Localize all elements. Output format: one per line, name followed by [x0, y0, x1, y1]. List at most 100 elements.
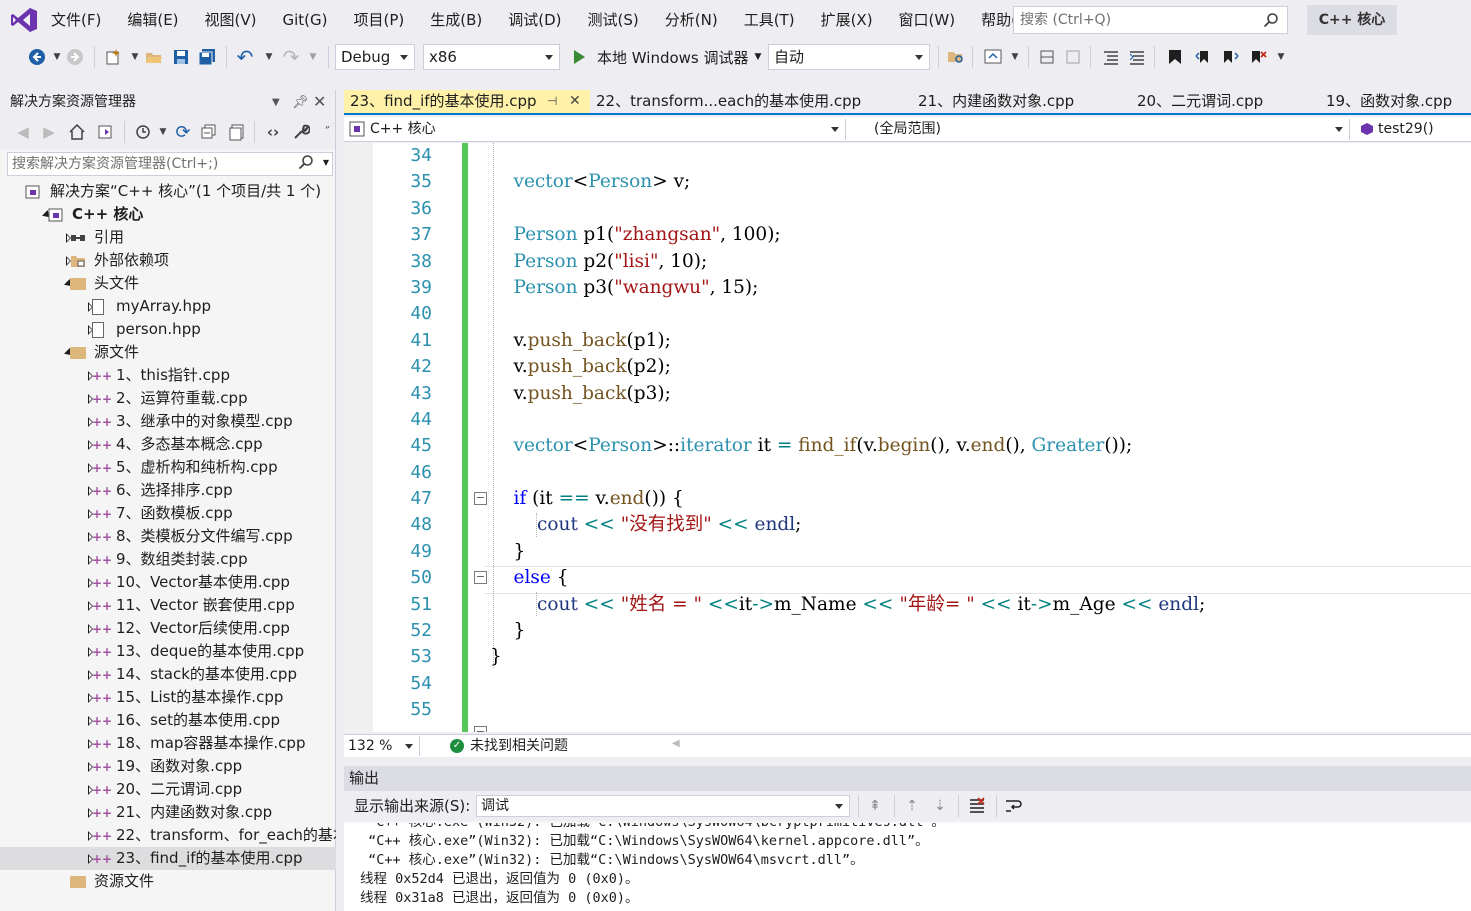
code-line[interactable]: Person p1("zhangsan", 100); [490, 222, 1205, 248]
menu-extensions[interactable]: 扩展(X) [808, 0, 886, 40]
tree-item[interactable]: C++ 核心 [0, 203, 336, 226]
menu-test[interactable]: 测试(S) [575, 0, 652, 40]
tree-item[interactable]: 外部依赖项 [0, 249, 336, 272]
code-line[interactable]: cout << "没有找到" << endl; [490, 512, 1205, 538]
menu-window[interactable]: 窗口(W) [886, 0, 969, 40]
browser-dropdown-icon[interactable]: ▼ [1004, 46, 1026, 68]
menu-file[interactable]: 文件(F) [38, 0, 114, 40]
close-icon[interactable]: ✕ [313, 89, 326, 114]
collapse-all-icon[interactable] [198, 121, 220, 143]
tree-item[interactable]: ++ 10、Vector基本使用.cpp [0, 571, 336, 594]
window-position-dropdown-icon[interactable]: ▼ [272, 90, 280, 115]
tree-item[interactable]: 引用 [0, 226, 336, 249]
tree-item[interactable]: ++ 8、类模板分文件编写.cpp [0, 525, 336, 548]
tree-item[interactable]: ++ 3、继承中的对象模型.cpp [0, 410, 336, 433]
code-view-icon[interactable]: ‹› [262, 121, 284, 143]
code-line[interactable] [490, 301, 1205, 327]
tree-item[interactable]: ++ 9、数组类封装.cpp [0, 548, 336, 571]
menu-debug[interactable]: 调试(D) [495, 0, 574, 40]
navigate-forward-icon[interactable] [64, 46, 86, 68]
tree-item[interactable]: ++ 12、Vector后续使用.cpp [0, 617, 336, 640]
debug-mode-combo[interactable]: 自动 [768, 44, 930, 70]
toolbar-overflow-icon[interactable]: ˝ [316, 121, 338, 143]
tree-item[interactable]: 源文件 [0, 341, 336, 364]
tree-item[interactable]: ++ 1、this指针.cpp [0, 364, 336, 387]
tree-item[interactable]: ++ 23、find_if的基本使用.cpp [0, 847, 336, 870]
code-line[interactable] [490, 671, 1205, 697]
search-icon[interactable] [1263, 12, 1279, 28]
uncomment-lines-icon[interactable] [1126, 46, 1148, 68]
toolbar-overflow-icon[interactable]: ▼ [1270, 46, 1292, 68]
project-name-badge[interactable]: C++ 核心 [1307, 5, 1397, 35]
tree-item[interactable]: myArray.hpp [0, 295, 336, 318]
indicator-margin[interactable] [344, 143, 373, 732]
tree-item[interactable]: ++ 2、运算符重载.cpp [0, 387, 336, 410]
issues-indicator[interactable]: ✓ 未找到相关问题 [450, 736, 568, 756]
collapse-main-block-icon[interactable]: − [474, 726, 487, 732]
back-icon[interactable]: ◀ [12, 121, 34, 143]
tab-binary-predicate[interactable]: 20、二元谓词.cpp [1131, 90, 1320, 113]
search-options-dropdown-icon[interactable]: ▼ [323, 158, 329, 167]
configuration-combo[interactable]: Debug [335, 44, 415, 70]
undo-dropdown-icon[interactable]: ▼ [258, 46, 280, 68]
tree-item[interactable]: ++ 22、transform、for_each的基本 [0, 824, 336, 847]
menu-edit[interactable]: 编辑(E) [114, 0, 191, 40]
code-line[interactable] [490, 460, 1205, 486]
code-line[interactable]: else { [490, 565, 1205, 591]
scroll-left-icon[interactable]: ◀ [672, 738, 680, 749]
tree-item[interactable]: ++ 16、set的基本使用.cpp [0, 709, 336, 732]
find-message-icon[interactable]: ⇞ [866, 797, 884, 815]
save-icon[interactable] [170, 46, 192, 68]
menu-view[interactable]: 视图(V) [192, 0, 270, 40]
navigate-back-icon[interactable] [26, 46, 48, 68]
switch-views-icon[interactable] [94, 121, 116, 143]
code-line[interactable] [490, 697, 1205, 723]
tab-find-if[interactable]: 23、find_if的基本使用.cpp ⊣ ✕ [344, 90, 590, 113]
clear-bookmarks-icon[interactable] [1248, 46, 1270, 68]
code-line[interactable]: vector<Person> v; [490, 169, 1205, 195]
member-combo[interactable]: test29() [1354, 119, 1471, 140]
code-line[interactable]: } [490, 644, 1205, 670]
zoom-combo[interactable]: 132 % [344, 736, 420, 756]
step-into-icon[interactable] [1036, 46, 1058, 68]
tree-item[interactable]: ++ 19、函数对象.cpp [0, 755, 336, 778]
menu-analyze[interactable]: 分析(N) [652, 0, 731, 40]
find-in-files-icon[interactable] [945, 46, 967, 68]
pending-changes-filter-icon[interactable] [132, 121, 154, 143]
new-project-icon[interactable] [102, 46, 124, 68]
code-line[interactable]: if (it == v.end()) { [490, 486, 1205, 512]
tab-transform[interactable]: 22、transform...each的基本使用.cpp [590, 90, 912, 113]
quick-search-box[interactable] [1013, 6, 1288, 34]
solution-search-box[interactable]: ▼ [7, 152, 333, 176]
close-tab-icon[interactable]: ✕ [569, 90, 581, 113]
tree-item[interactable]: ++ 6、选择排序.cpp [0, 479, 336, 502]
code-line[interactable]: cout << "姓名 = " <<it->m_Name << "年龄= " <… [490, 592, 1205, 618]
menu-project[interactable]: 项目(P) [341, 0, 418, 40]
tree-item[interactable]: ++ 20、二元谓词.cpp [0, 778, 336, 801]
comment-lines-icon[interactable] [1100, 46, 1122, 68]
start-debugging-button[interactable]: 本地 Windows 调试器 ▼ [572, 44, 761, 70]
redo-dropdown-icon[interactable]: ▼ [302, 46, 324, 68]
solution-search-input[interactable] [8, 153, 288, 175]
collapse-if-block-icon[interactable]: − [474, 492, 487, 505]
code-line[interactable] [490, 196, 1205, 222]
platform-combo[interactable]: x86 [423, 44, 560, 70]
code-line[interactable]: v.push_back(p1); [490, 328, 1205, 354]
tree-item[interactable]: ++ 11、Vector 嵌套使用.cpp [0, 594, 336, 617]
menu-git[interactable]: Git(G) [270, 0, 341, 40]
word-wrap-icon[interactable] [1004, 797, 1022, 815]
tree-item[interactable]: 解决方案“C++ 核心”(1 个项目/共 1 个) [0, 180, 336, 203]
tree-item[interactable]: ++ 4、多态基本概念.cpp [0, 433, 336, 456]
tree-item[interactable]: 资源文件 [0, 870, 336, 893]
tree-item[interactable]: ++ 14、stack的基本使用.cpp [0, 663, 336, 686]
project-scope-combo[interactable]: C++ 核心 [344, 119, 846, 140]
tree-item[interactable]: ++ 5、虚析构和纯析构.cpp [0, 456, 336, 479]
clear-all-icon[interactable] [968, 797, 986, 815]
tab-function-objects[interactable]: 19、函数对象.cpp [1320, 90, 1471, 113]
code-line[interactable]: v.push_back(p2); [490, 354, 1205, 380]
undo-icon[interactable]: ↶ [234, 45, 256, 69]
code-line[interactable] [490, 143, 1205, 169]
code-line[interactable] [490, 407, 1205, 433]
type-scope-combo[interactable]: (全局范围) [850, 119, 1350, 140]
bookmark-icon[interactable] [1164, 46, 1186, 68]
